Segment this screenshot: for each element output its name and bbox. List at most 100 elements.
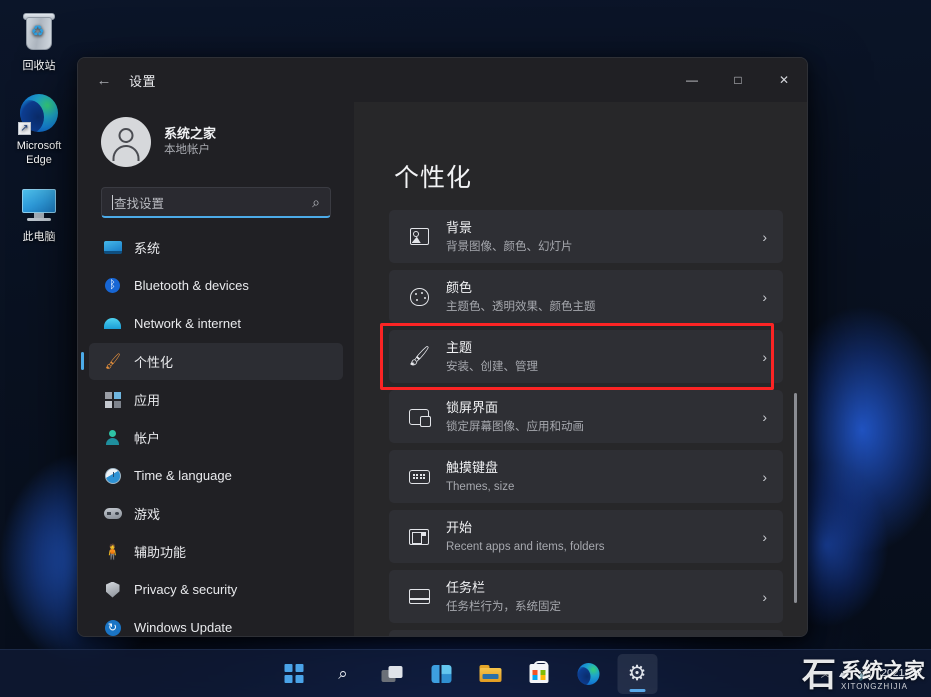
sidebar-item-windows-update[interactable]: ↻ Windows Update — [89, 609, 343, 636]
desktop-icon-this-pc[interactable]: 此电脑 — [4, 183, 74, 244]
shield-icon — [103, 580, 122, 599]
sidebar-item-apps[interactable]: 应用 — [89, 381, 343, 418]
palette-icon — [406, 287, 432, 306]
sidebar-item-accessibility[interactable]: 🧍 辅助功能 — [89, 533, 343, 570]
sidebar-item-label: Privacy & security — [134, 582, 238, 597]
sidebar-item-system[interactable]: 系统 — [89, 229, 343, 266]
store-icon — [529, 661, 549, 683]
edge-button[interactable] — [568, 654, 608, 694]
lock-icon — [406, 408, 432, 427]
settings-card-start[interactable]: 开始 Recent apps and items, folders › — [389, 510, 783, 563]
chevron-right-icon: › — [762, 288, 767, 305]
taskbar-icon — [406, 589, 432, 604]
desktop-icon-microsoft-edge[interactable]: ↗ Microsoft Edge — [4, 92, 74, 167]
task-view-button[interactable] — [372, 654, 412, 694]
personalization-icon: 🖌 — [102, 352, 123, 370]
windows-logo-icon — [284, 664, 304, 683]
network-icon — [103, 314, 122, 333]
sidebar-item-accounts[interactable]: 帐户 — [89, 419, 343, 456]
accounts-icon — [103, 428, 122, 447]
system-icon — [103, 238, 122, 257]
sidebar: 系统之家 本地帐户 查找设置 ⌕ 系统 ᛒ Bluetooth & device… — [78, 102, 354, 636]
sidebar-item-gaming[interactable]: 游戏 — [89, 495, 343, 532]
sidebar-item-label: 游戏 — [134, 507, 161, 522]
widgets-button[interactable] — [421, 654, 461, 694]
search-section: 查找设置 ⌕ — [89, 174, 343, 218]
network-icon[interactable]: ▰ — [839, 667, 848, 681]
sidebar-item-label: 辅助功能 — [134, 545, 187, 560]
gear-icon: ⚙ — [627, 662, 647, 685]
settings-card-taskbar[interactable]: 任务栏 任务栏行为，系统固定 › — [389, 570, 783, 623]
chevron-up-icon[interactable]: ︿ — [821, 667, 830, 680]
settings-card-background[interactable]: 背景 背景图像、颜色、幻灯片 › — [389, 210, 783, 263]
card-subtitle: 背景图像、颜色、幻灯片 — [446, 240, 573, 253]
card-text: 开始 Recent apps and items, folders — [432, 518, 754, 555]
gaming-icon — [103, 504, 122, 523]
desktop-icon-label: Microsoft Edge — [16, 140, 62, 166]
close-button[interactable]: ✕ — [761, 58, 807, 102]
content-scrollbar[interactable] — [791, 198, 801, 628]
brush-icon: 🖌 — [406, 345, 432, 367]
chevron-right-icon: › — [762, 228, 767, 245]
edge-icon — [577, 662, 599, 685]
taskbar-buttons: ⌕ ⚙ — [274, 653, 657, 694]
search-box[interactable]: 查找设置 ⌕ — [101, 187, 331, 218]
sidebar-item-label: 应用 — [134, 393, 161, 408]
volume-icon[interactable]: 🔊 — [857, 667, 872, 681]
edge-icon: ↗ — [17, 92, 61, 136]
clock[interactable]: 2021/7/2 — [881, 667, 922, 680]
sidebar-item-label: Windows Update — [134, 620, 233, 635]
card-title: 开始 — [446, 520, 473, 536]
account-name: 系统之家 — [164, 126, 217, 142]
back-arrow-icon: ← — [96, 71, 112, 89]
system-tray: ︿ ▰ 🔊 2021/7/2 — [821, 667, 922, 681]
minimize-button[interactable]: — — [669, 58, 715, 102]
file-explorer-button[interactable] — [470, 654, 510, 694]
card-text: 主题 安装、创建、管理 — [432, 338, 754, 375]
sidebar-item-label: Network & internet — [134, 316, 241, 331]
page-title: 个性化 — [394, 164, 473, 192]
settings-card-lock-screen[interactable]: 锁屏界面 锁定屏幕图像、应用和动画 › — [389, 390, 783, 443]
settings-card-colors[interactable]: 颜色 主题色、透明效果、颜色主题 › — [389, 270, 783, 323]
back-button[interactable]: ← — [89, 65, 119, 95]
sidebar-item-personalization[interactable]: 🖌 个性化 — [81, 343, 343, 380]
desktop-icon-label: 此电脑 — [22, 231, 56, 243]
chevron-right-icon: › — [762, 468, 767, 485]
sidebar-item-time-language[interactable]: Time & language — [89, 457, 343, 494]
sidebar-item-privacy-security[interactable]: Privacy & security — [89, 571, 343, 608]
card-title: 颜色 — [446, 280, 473, 296]
search-button[interactable]: ⌕ — [323, 654, 363, 694]
settings-card-list: 背景 背景图像、颜色、幻灯片 › 颜色 主题色、透明效果、颜色主题 › 🖌 主题… — [380, 210, 783, 636]
account-type: 本地帐户 — [164, 144, 210, 157]
settings-card-touch-keyboard[interactable]: 触摸键盘 Themes, size › — [389, 450, 783, 503]
keyboard-icon — [406, 469, 432, 484]
account-section[interactable]: 系统之家 本地帐户 — [89, 102, 343, 174]
card-subtitle: Recent apps and items, folders — [446, 540, 605, 553]
content-area: 个性化 背景 背景图像、颜色、幻灯片 › 颜色 主题色、透明效果、颜色主题 › … — [354, 102, 807, 636]
card-subtitle: 任务栏行为，系统固定 — [446, 600, 561, 613]
sidebar-item-label: 个性化 — [134, 355, 174, 370]
maximize-button[interactable]: □ — [715, 58, 761, 102]
avatar — [101, 117, 151, 167]
card-subtitle: Themes, size — [446, 480, 515, 493]
microsoft-store-button[interactable] — [519, 654, 559, 694]
taskbar: ⌕ ⚙ ︿ ▰ 🔊 2021/7/2 — [0, 649, 931, 697]
card-title: 触摸键盘 — [446, 460, 499, 476]
search-input[interactable]: 查找设置 — [113, 193, 302, 212]
scrollbar-thumb[interactable] — [794, 393, 797, 603]
card-title: 锁屏界面 — [446, 400, 499, 416]
card-title: 主题 — [446, 340, 473, 356]
search-icon[interactable]: ⌕ — [302, 194, 330, 211]
settings-card-themes[interactable]: 🖌 主题 安装、创建、管理 › — [389, 330, 783, 383]
sidebar-item-bluetooth-devices[interactable]: ᛒ Bluetooth & devices — [89, 267, 343, 304]
sidebar-item-label: Time & language — [134, 468, 232, 483]
recycle-bin-icon: ♻ — [17, 12, 61, 56]
card-subtitle: 安装、创建、管理 — [446, 360, 538, 373]
sidebar-item-network-internet[interactable]: Network & internet — [89, 305, 343, 342]
card-text: 触摸键盘 Themes, size — [432, 458, 754, 495]
settings-button[interactable]: ⚙ — [617, 653, 657, 694]
start-button[interactable] — [274, 654, 314, 694]
desktop-icon-recycle-bin[interactable]: ♻ 回收站 — [4, 12, 74, 73]
close-icon: ✕ — [778, 73, 790, 87]
settings-card-partial[interactable] — [389, 630, 783, 636]
